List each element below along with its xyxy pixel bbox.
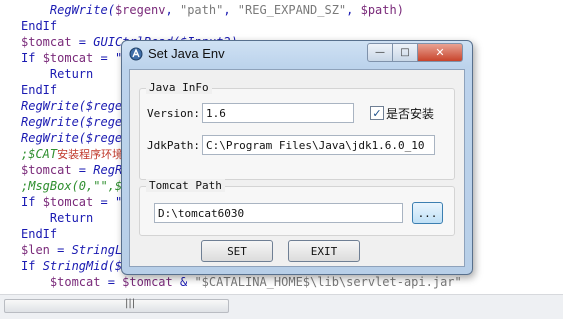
code-token: "$CATALINA_HOME$\lib\servlet-api.jar" [194, 275, 462, 289]
code-token: $tomcat [49, 275, 101, 289]
exit-button[interactable]: EXIT [288, 240, 360, 262]
code-token: RegWrite($rege [21, 131, 123, 145]
tomcat-path-group-label: Tomcat Path [146, 179, 225, 192]
maximize-button[interactable]: □ [392, 43, 418, 62]
code-token: If [21, 195, 43, 209]
java-info-group: Java InFo Version: 1.6 ✓ 是否安装 JdkPath: C… [139, 81, 455, 180]
code-token: & [172, 275, 195, 289]
tomcat-path-input[interactable]: D:\tomcat6030 [154, 203, 403, 223]
code-line: Return [21, 210, 93, 226]
code-line: If StringMid($ [21, 258, 122, 274]
code-token: If [21, 51, 43, 65]
horizontal-scrollbar[interactable]: ||| [0, 294, 563, 319]
dialog-titlebar[interactable]: Set Java Env — □ ✕ [122, 41, 472, 67]
jdkpath-label: JdkPath: [147, 139, 200, 152]
set-button[interactable]: SET [201, 240, 273, 262]
scrollbar-grip-icon: ||| [125, 298, 136, 309]
autoit-app-icon [129, 47, 143, 61]
code-token: , [165, 3, 180, 17]
code-token: = " [93, 51, 123, 65]
code-line: ;MsgBox(0,"",$ [21, 178, 122, 194]
code-line: If $tomcat = " [21, 194, 122, 210]
code-token: = [49, 243, 72, 257]
code-token: ;$CAT [21, 147, 58, 161]
code-token: , [346, 3, 361, 17]
java-info-group-label: Java InFo [146, 81, 212, 94]
installed-label: 是否安装 [386, 107, 435, 121]
code-token: RegWrite($rege [21, 99, 123, 113]
code-line: RegWrite($rege [21, 114, 122, 130]
code-line: If $tomcat = " [21, 50, 122, 66]
code-line: RegWrite($regenv, "path", "REG_EXPAND_SZ… [21, 2, 404, 18]
code-token: RegR [93, 163, 123, 177]
code-token: = [71, 163, 94, 177]
code-token: $tomcat [21, 163, 72, 177]
code-line: RegWrite($rege [21, 130, 122, 146]
code-token: , [223, 3, 238, 17]
code-line: Return [21, 66, 93, 82]
code-token: $regenv [114, 3, 166, 17]
close-button[interactable]: ✕ [417, 43, 463, 62]
code-line: $tomcat = RegR [21, 162, 122, 178]
code-token: StringMid($ [42, 259, 123, 273]
code-token: = [71, 35, 94, 49]
dialog-title: Set Java Env [148, 46, 225, 61]
version-input[interactable]: 1.6 [202, 103, 354, 123]
scrollbar-thumb[interactable]: ||| [4, 298, 229, 313]
code-token: EndIf [21, 227, 58, 241]
code-token: If [21, 259, 43, 273]
code-line: $tomcat = $tomcat & "$CATALINA_HOME$\lib… [21, 274, 462, 290]
code-token: $len [21, 243, 50, 257]
code-token: $tomcat [21, 35, 72, 49]
code-token: $tomcat [42, 51, 94, 65]
code-token: Return [49, 67, 94, 81]
minimize-button[interactable]: — [367, 43, 393, 62]
dialog-client-area: Java InFo Version: 1.6 ✓ 是否安装 JdkPath: C… [129, 69, 465, 267]
code-line: EndIf [21, 82, 57, 98]
code-line: $len = StringL [21, 242, 122, 258]
code-line: EndIf [21, 18, 57, 34]
set-java-env-dialog: Set Java Env — □ ✕ Java InFo Version: 1.… [121, 40, 473, 275]
browse-button[interactable]: ... [412, 202, 443, 224]
code-line: RegWrite($rege [21, 98, 122, 114]
code-token: EndIf [21, 19, 58, 33]
code-token: = " [93, 195, 123, 209]
code-token: RegWrite( [49, 3, 115, 17]
code-token: "REG_EXPAND_SZ" [237, 3, 347, 17]
tomcat-path-group: Tomcat Path D:\tomcat6030 ... [139, 179, 455, 236]
code-token: "path" [179, 3, 224, 17]
installed-checkbox[interactable]: ✓ [370, 106, 384, 120]
code-token: $path) [360, 3, 404, 17]
code-token: StringL [71, 243, 123, 257]
checkmark-icon: ✓ [372, 106, 382, 120]
code-token: $tomcat [42, 195, 94, 209]
code-token: = [100, 275, 123, 289]
version-label: Version: [147, 107, 200, 120]
jdkpath-input[interactable]: C:\Program Files\Java\jdk1.6.0_10 [202, 135, 435, 155]
code-token: EndIf [21, 83, 58, 97]
code-token: RegWrite($rege [21, 115, 123, 129]
code-token: Return [49, 211, 94, 225]
code-token: $tomcat [122, 275, 173, 289]
code-line: EndIf [21, 226, 57, 242]
code-token: ;MsgBox(0,"",$ [21, 179, 123, 193]
